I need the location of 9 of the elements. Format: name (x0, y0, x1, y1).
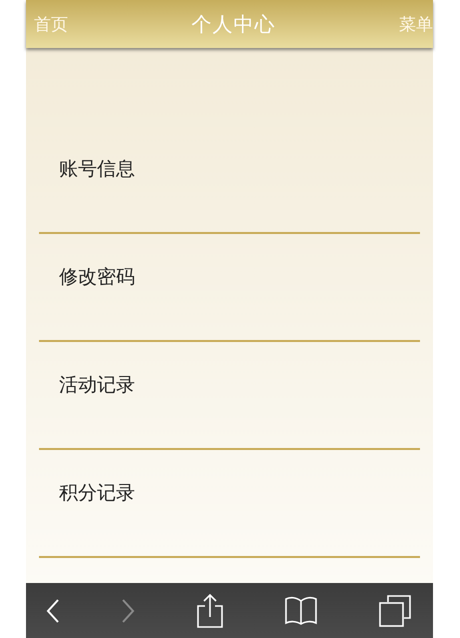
tabs-icon[interactable] (379, 594, 411, 626)
menu-item[interactable]: 修改密码 (39, 234, 420, 342)
menu-item[interactable]: 活动记录 (39, 342, 420, 450)
share-icon[interactable] (196, 592, 224, 628)
back-icon[interactable] (46, 598, 60, 624)
page-title: 个人中心 (192, 10, 276, 38)
book-icon[interactable] (284, 596, 318, 626)
menu-item[interactable]: 积分记录 (39, 450, 420, 558)
menu-item[interactable]: 账号信息 (39, 126, 420, 234)
